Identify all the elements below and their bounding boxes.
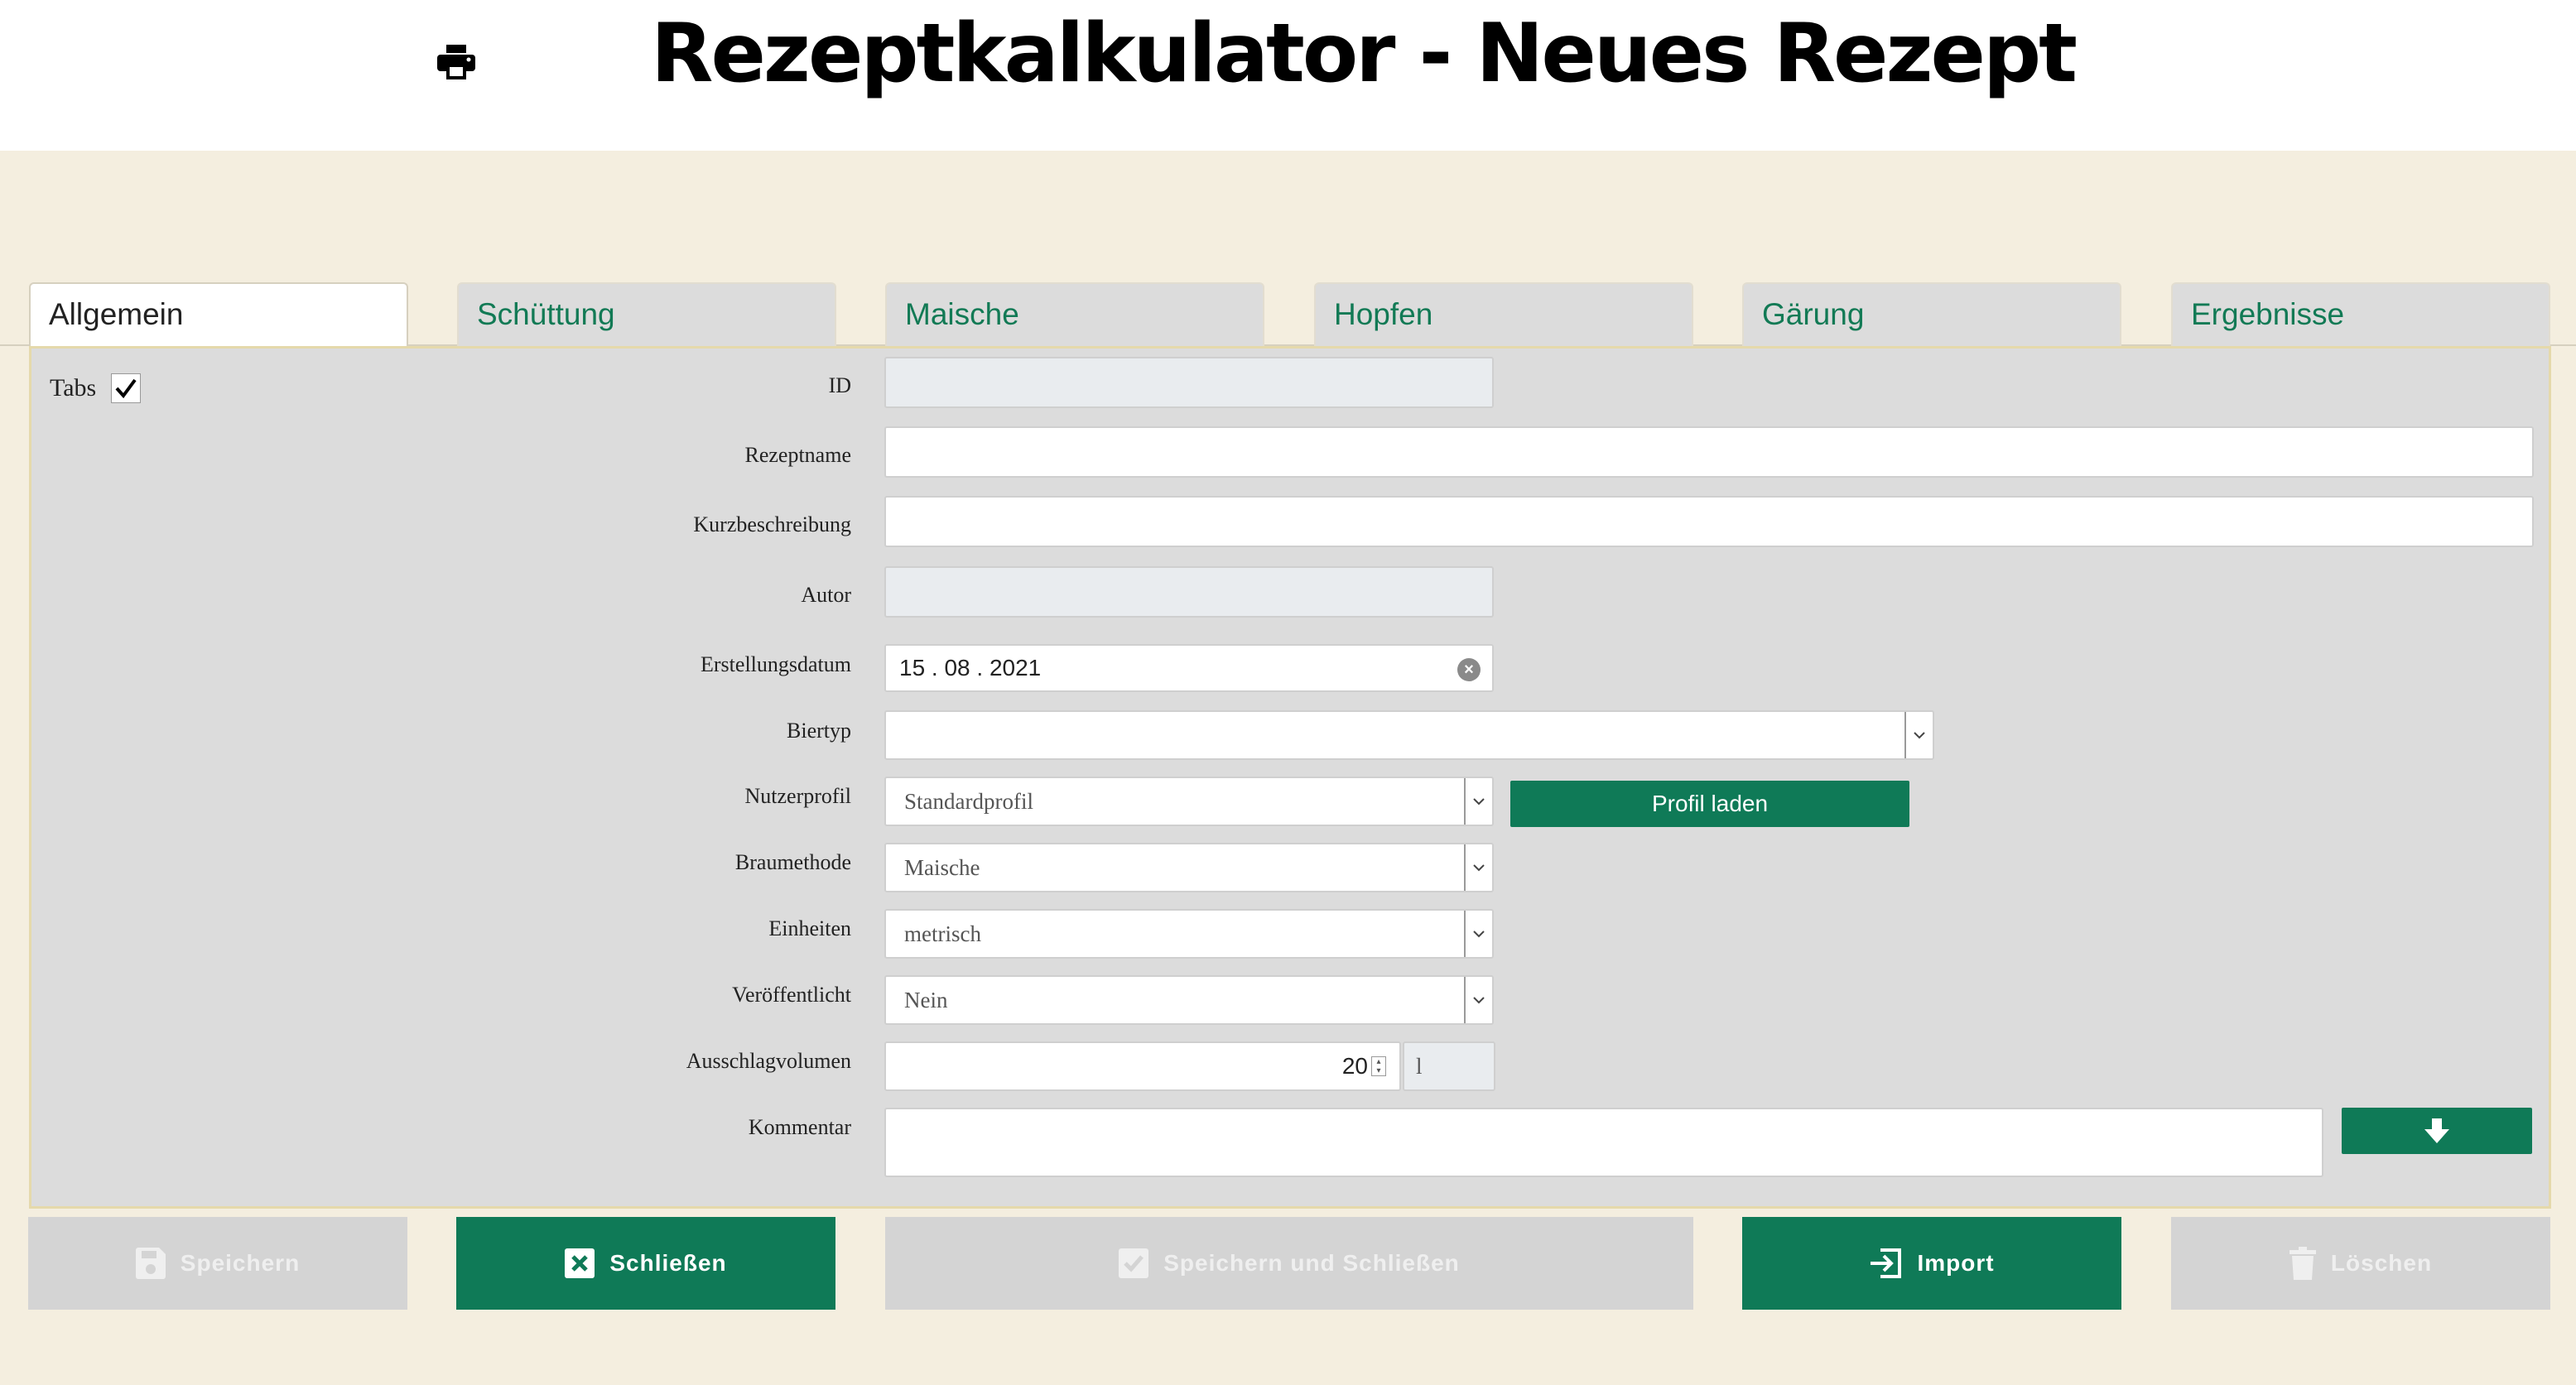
- erstellungsdatum-input[interactable]: 15 . 08 . 2021 ×: [884, 644, 1494, 692]
- speichern-button[interactable]: Speichern: [28, 1217, 407, 1310]
- chevron-down-icon: [1904, 712, 1933, 758]
- nutzerprofil-value: Standardprofil: [904, 788, 1033, 814]
- chevron-down-icon: [1464, 778, 1492, 825]
- erstellungsdatum-value: 15 . 08 . 2021: [899, 655, 1042, 680]
- rezeptname-label: Rezeptname: [744, 443, 852, 467]
- kommentar-label: Kommentar: [748, 1115, 851, 1139]
- check-icon: [115, 378, 137, 399]
- veroeffentlicht-label: Veröffentlicht: [732, 983, 851, 1007]
- chevron-down-icon: [1464, 977, 1492, 1023]
- save-icon: [135, 1248, 166, 1279]
- autor-field[interactable]: [884, 566, 1494, 618]
- braumethode-label: Braumethode: [734, 850, 851, 874]
- speichern-und-schliessen-label: Speichern und Schließen: [1163, 1250, 1460, 1276]
- spinner-icon[interactable]: ▴ ▾: [1371, 1056, 1386, 1076]
- kurzbeschreibung-label: Kurzbeschreibung: [693, 512, 851, 536]
- check-box-icon: [1119, 1248, 1149, 1278]
- tab-schuettung[interactable]: Schüttung: [457, 282, 836, 346]
- einheiten-value: metrisch: [904, 921, 981, 946]
- autor-label: Autor: [801, 583, 851, 607]
- rezeptname-input[interactable]: [884, 426, 2534, 478]
- biertyp-label: Biertyp: [787, 719, 851, 743]
- page-header: Rezeptkalkulator - Neues Rezept: [0, 0, 2576, 151]
- tab-hopfen[interactable]: Hopfen: [1314, 282, 1693, 346]
- ausschlagvolumen-value: 20: [1341, 1053, 1368, 1079]
- tab-allgemein[interactable]: Allgemein: [29, 282, 408, 349]
- chevron-down-icon: [1464, 844, 1492, 891]
- chevron-down-icon: [1464, 911, 1492, 957]
- id-label: ID: [828, 373, 851, 397]
- ausschlagvolumen-label: Ausschlagvolumen: [686, 1049, 851, 1073]
- kurzbeschreibung-input[interactable]: [884, 496, 2534, 547]
- tab-gaerung[interactable]: Gärung: [1742, 282, 2121, 346]
- nutzerprofil-label: Nutzerprofil: [744, 784, 851, 808]
- printer-icon[interactable]: [437, 45, 475, 79]
- schliessen-label: Schließen: [609, 1250, 727, 1276]
- biertyp-select[interactable]: [884, 710, 1934, 760]
- id-field[interactable]: [884, 357, 1494, 408]
- page-title: Rezeptkalkulator - Neues Rezept: [651, 7, 2078, 101]
- tabs-checkbox[interactable]: [111, 373, 142, 403]
- veroeffentlicht-select[interactable]: Nein: [884, 975, 1494, 1025]
- kommentar-textarea[interactable]: [884, 1108, 2323, 1177]
- ausschlagvolumen-input[interactable]: 20 ▴ ▾: [884, 1041, 1401, 1091]
- veroeffentlicht-value: Nein: [904, 987, 948, 1012]
- clear-icon[interactable]: ×: [1457, 658, 1481, 681]
- arrow-down-button[interactable]: [2342, 1108, 2532, 1154]
- loeschen-label: Löschen: [2330, 1250, 2433, 1276]
- import-icon: [1869, 1248, 1902, 1279]
- speichern-label: Speichern: [180, 1250, 301, 1276]
- form-panel: Tabs ID Rezeptname Kurzbeschreibung Auto…: [29, 346, 2551, 1209]
- tabs-checkbox-label: Tabs: [50, 374, 97, 402]
- einheiten-label: Einheiten: [768, 916, 851, 940]
- ausschlagvolumen-unit: l: [1403, 1041, 1495, 1091]
- tabs-toggle: Tabs: [50, 373, 142, 403]
- braumethode-value: Maische: [904, 854, 980, 880]
- tab-ergebnisse[interactable]: Ergebnisse: [2171, 282, 2550, 346]
- speichern-und-schliessen-button[interactable]: Speichern und Schließen: [885, 1217, 1693, 1310]
- profil-laden-button[interactable]: Profil laden: [1510, 781, 1909, 827]
- braumethode-select[interactable]: Maische: [884, 843, 1494, 892]
- close-box-icon: [565, 1248, 595, 1278]
- arrow-down-icon: [2424, 1118, 2449, 1143]
- schliessen-button[interactable]: Schließen: [456, 1217, 835, 1310]
- trash-icon: [2289, 1247, 2316, 1280]
- erstellungsdatum-label: Erstellungsdatum: [701, 652, 851, 676]
- import-label: Import: [1917, 1250, 1995, 1276]
- import-button[interactable]: Import: [1742, 1217, 2121, 1310]
- nutzerprofil-select[interactable]: Standardprofil: [884, 777, 1494, 826]
- tab-maische[interactable]: Maische: [885, 282, 1264, 346]
- loeschen-button[interactable]: Löschen: [2171, 1217, 2550, 1310]
- einheiten-select[interactable]: metrisch: [884, 909, 1494, 959]
